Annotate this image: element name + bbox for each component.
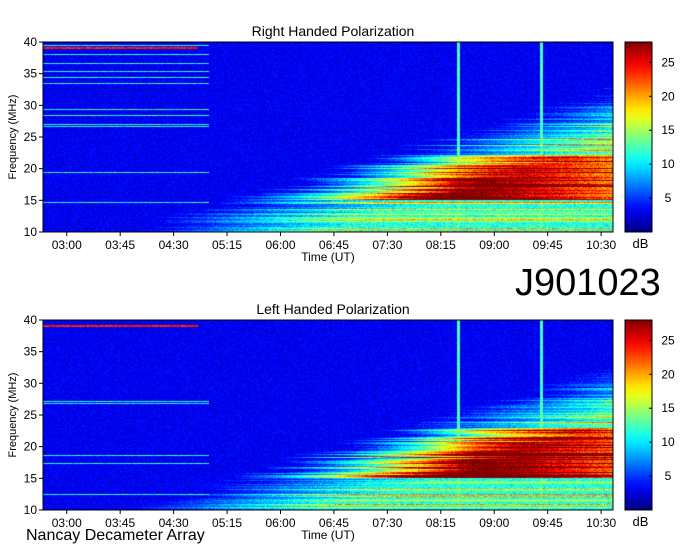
x-tick-label: 09:00 — [479, 516, 509, 530]
y-tick-label: 35 — [24, 67, 38, 81]
colorbar-label: dB — [633, 236, 649, 251]
colorbar-tick-label: 15 — [661, 401, 675, 415]
x-tick-label: 09:45 — [533, 238, 563, 252]
x-tick-label: 09:00 — [479, 238, 509, 252]
y-tick-label: 35 — [24, 345, 38, 359]
y-tick-label: 25 — [24, 408, 38, 422]
y-tick-label: 20 — [24, 162, 38, 176]
x-tick-label: 07:30 — [372, 516, 402, 530]
y-tick-label: 15 — [24, 471, 38, 485]
colorbar-tick-label: 5 — [665, 191, 672, 205]
observation-id: J901023 — [515, 262, 661, 304]
y-tick-label: 40 — [24, 313, 38, 327]
x-tick-label: 03:00 — [52, 238, 82, 252]
y-tick-label: 10 — [24, 503, 38, 517]
colorbar-tick-label: 20 — [661, 367, 675, 381]
x-tick-label: 05:15 — [212, 516, 242, 530]
y-axis-label: Frequency (MHz) — [7, 95, 19, 180]
y-tick-label: 25 — [24, 130, 38, 144]
x-axis-label: Time (UT) — [301, 528, 355, 542]
colorbar-label: dB — [633, 514, 649, 529]
spectrogram-image — [43, 42, 613, 232]
x-tick-label: 04:30 — [159, 238, 189, 252]
y-tick-label: 10 — [24, 225, 38, 239]
panel-title: Left Handed Polarization — [256, 301, 409, 317]
colorbar-tick-label: 5 — [665, 469, 672, 483]
colorbar-tick-label: 25 — [661, 55, 675, 69]
instrument-label: Nancay Decameter Array — [26, 527, 205, 544]
x-tick-label: 06:00 — [265, 516, 295, 530]
y-tick-label: 15 — [24, 193, 38, 207]
x-tick-label: 05:15 — [212, 238, 242, 252]
colorbar-tick-label: 15 — [661, 123, 675, 137]
x-tick-label: 06:00 — [265, 238, 295, 252]
y-axis-label: Frequency (MHz) — [7, 373, 19, 458]
y-tick-label: 20 — [24, 440, 38, 454]
x-tick-label: 08:15 — [426, 238, 456, 252]
x-axis-label: Time (UT) — [301, 250, 355, 264]
x-tick-label: 03:45 — [105, 238, 135, 252]
colorbar-tick-label: 10 — [661, 435, 675, 449]
x-tick-label: 10:30 — [586, 516, 616, 530]
x-tick-label: 09:45 — [533, 516, 563, 530]
right-polarization-panel: Right Handed Polarization 03:00 03:45 04:30… — [7, 23, 675, 264]
x-tick-label: 08:15 — [426, 516, 456, 530]
y-tick-label: 30 — [24, 98, 38, 112]
x-tick-label: 10:30 — [586, 238, 616, 252]
y-tick-label: 30 — [24, 376, 38, 390]
panel-title: Right Handed Polarization — [252, 23, 415, 39]
colorbar-tick-label: 25 — [661, 333, 675, 347]
x-tick-label: 07:30 — [372, 238, 402, 252]
left-polarization-panel: Left Handed Polarization03:00 03:45 04:30 0… — [7, 301, 675, 542]
spectrogram-image — [43, 320, 613, 510]
colorbar-tick-label: 20 — [661, 89, 675, 103]
y-tick-label: 40 — [24, 35, 38, 49]
colorbar-tick-label: 10 — [661, 157, 675, 171]
colorbar — [624, 41, 653, 233]
colorbar — [624, 319, 653, 511]
